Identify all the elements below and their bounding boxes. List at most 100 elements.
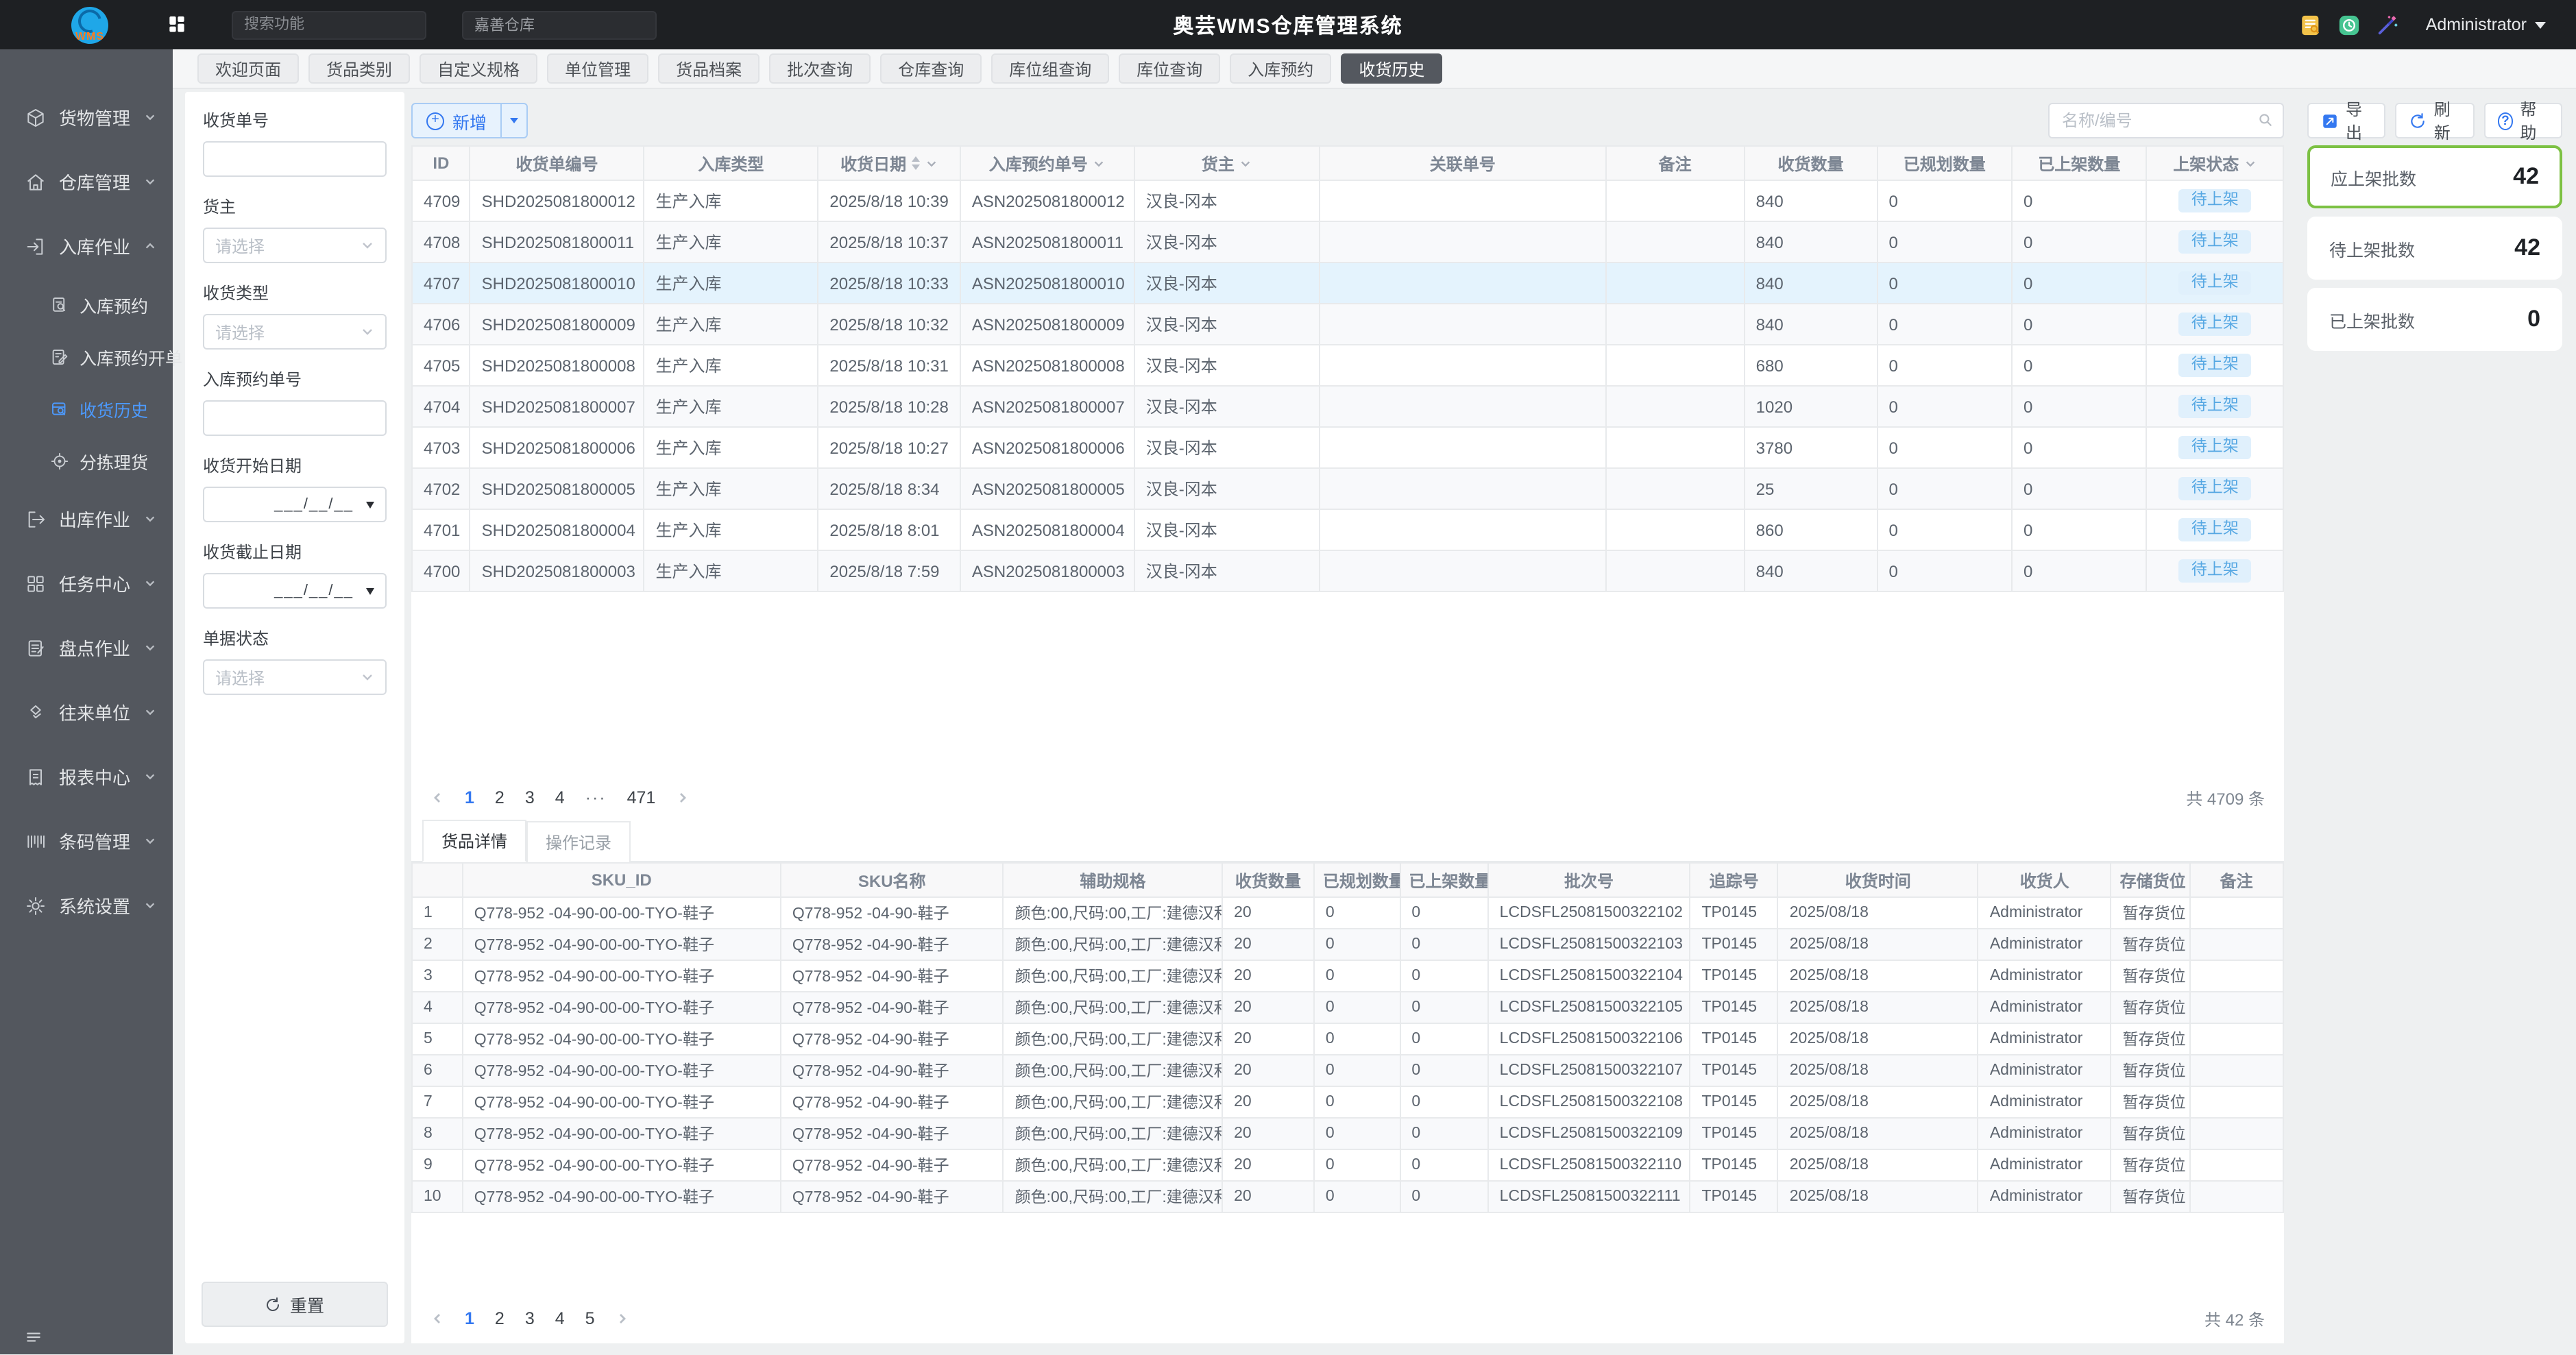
col-header-asn-code[interactable]: 入库预约单号 [960,146,1134,180]
page-number[interactable]: 4 [555,1309,565,1328]
workspace-tab[interactable]: 货品档案 [658,53,760,84]
sidebar-item-report-center[interactable]: 报表中心 [0,744,173,809]
list-search-input[interactable] [2048,103,2284,138]
sidebar-item-inbound-operations[interactable]: 入库作业 [0,214,173,278]
stat-card-shelved-batches[interactable]: 已上架批数 0 [2307,288,2562,351]
warehouse-input[interactable] [462,10,657,39]
sort-icon[interactable] [912,156,920,170]
asn-no-input[interactable] [203,400,387,436]
receiving-table-row[interactable]: 4702 SHD2025081800005 生产入库 2025/8/18 8:3… [412,468,2283,509]
sku-detail-row[interactable]: 2 Q778-952 -04-90-00-00-TYO-鞋子 Q778-952 … [412,929,2283,960]
receiving-table-row[interactable]: 4707 SHD2025081800010 生产入库 2025/8/18 10:… [412,263,2283,304]
sku-detail-row[interactable]: 10 Q778-952 -04-90-00-00-TYO-鞋子 Q778-952… [412,1181,2283,1212]
detail-tab[interactable]: 货品详情 [422,820,526,862]
col-header-owner[interactable]: 货主 [1134,146,1320,180]
add-button[interactable]: + 新增 [411,103,528,138]
sidebar-item-inbound-appointment-create[interactable]: 入库预约开单 [0,330,173,382]
sku-detail-row[interactable]: 8 Q778-952 -04-90-00-00-TYO-鞋子 Q778-952 … [412,1118,2283,1149]
topbar-actions: Administrator [2300,13,2546,36]
start-date-input[interactable]: ___/__/__ [203,487,387,522]
apps-grid-icon[interactable] [166,14,188,36]
page-number[interactable]: 1 [465,1309,474,1328]
stat-card-due-shelf-batches[interactable]: 应上架批数 42 [2307,145,2562,208]
sidebar-item-business-partners[interactable]: 往来单位 [0,680,173,744]
page-number[interactable]: 3 [525,788,535,807]
workspace-tab[interactable]: 库位组查询 [991,53,1109,84]
col-header-receive-date[interactable]: 收货日期 [818,146,960,180]
filter-chevron-icon[interactable] [1093,157,1106,169]
sidebar-item-barcode-management[interactable]: 条码管理 [0,809,173,873]
sidebar-item-inbound-appointment[interactable]: 入库预约 [0,278,173,330]
receipt-no-input[interactable] [203,141,387,177]
detail-tab[interactable]: 操作记录 [526,821,631,862]
export-button[interactable]: 导出 [2307,103,2386,138]
workspace-tab[interactable]: 入库预约 [1230,53,1331,84]
page-number[interactable]: 4 [555,788,565,807]
receive-type-select[interactable]: 请选择 [203,314,387,350]
receiving-table-row[interactable]: 4704 SHD2025081800007 生产入库 2025/8/18 10:… [412,386,2283,427]
refresh-button[interactable]: 刷新 [2396,103,2475,138]
page-title: 奥芸WMS仓库管理系统 [1173,10,1402,39]
sidebar-item-warehouse-management[interactable]: 仓库管理 [0,149,173,214]
sidebar-item-sorting-tally[interactable]: 分拣理货 [0,435,173,487]
filter-chevron-icon[interactable] [2244,157,2257,169]
sku-detail-row[interactable]: 3 Q778-952 -04-90-00-00-TYO-鞋子 Q778-952 … [412,960,2283,992]
workspace-tab[interactable]: 单位管理 [547,53,648,84]
page-number[interactable]: 1 [465,788,474,807]
end-date-input[interactable]: ___/__/__ [203,573,387,609]
workspace-tab[interactable]: 仓库查询 [880,53,982,84]
filter-chevron-icon[interactable] [1240,157,1252,169]
sku-detail-row[interactable]: 6 Q778-952 -04-90-00-00-TYO-鞋子 Q778-952 … [412,1055,2283,1086]
prev-page-button[interactable] [430,791,444,805]
sidebar-item-system-settings[interactable]: 系统设置 [0,873,173,938]
clock-icon[interactable] [2338,13,2361,36]
sku-detail-row[interactable]: 5 Q778-952 -04-90-00-00-TYO-鞋子 Q778-952 … [412,1023,2283,1055]
col-header-shelf-status[interactable]: 上架状态 [2147,146,2283,180]
workspace-tab[interactable]: 货品类别 [308,53,410,84]
next-page-button[interactable] [616,1312,629,1326]
magic-wand-icon[interactable] [2377,13,2400,36]
receiving-table-row[interactable]: 4708 SHD2025081800011 生产入库 2025/8/18 10:… [412,221,2283,263]
col-header-remark: 备注 [1606,146,1745,180]
receiving-table-row[interactable]: 4700 SHD2025081800003 生产入库 2025/8/18 7:5… [412,550,2283,591]
prev-page-button[interactable] [430,1312,444,1326]
workspace-tab[interactable]: 库位查询 [1119,53,1220,84]
page-number[interactable]: 3 [525,1309,535,1328]
user-menu[interactable]: Administrator [2426,15,2546,34]
function-search-input[interactable] [232,10,426,39]
workspace-tab[interactable]: 欢迎页面 [197,53,299,84]
col-header-inbound-type: 入库类型 [644,146,818,180]
help-button[interactable]: ? 帮助 [2483,103,2562,138]
page-number[interactable]: ··· [585,788,607,807]
receiving-table-row[interactable]: 4706 SHD2025081800009 生产入库 2025/8/18 10:… [412,304,2283,345]
receiving-table-row[interactable]: 4701 SHD2025081800004 生产入库 2025/8/18 8:0… [412,509,2283,550]
receiving-table-row[interactable]: 4705 SHD2025081800008 生产入库 2025/8/18 10:… [412,345,2283,386]
sidebar-item-stocktaking[interactable]: 盘点作业 [0,615,173,680]
page-number[interactable]: 2 [495,788,505,807]
sidebar-item-outbound-operations[interactable]: 出库作业 [0,487,173,551]
page-number[interactable]: 471 [627,788,656,807]
sku-detail-row[interactable]: 4 Q778-952 -04-90-00-00-TYO-鞋子 Q778-952 … [412,992,2283,1023]
doc-status-select[interactable]: 请选择 [203,659,387,695]
filter-chevron-icon[interactable] [925,157,938,169]
owner-select[interactable]: 请选择 [203,228,387,263]
workspace-tab[interactable]: 收货历史 [1341,53,1442,84]
page-number[interactable]: 2 [495,1309,505,1328]
receiving-table-row[interactable]: 4703 SHD2025081800006 生产入库 2025/8/18 10:… [412,427,2283,468]
page-number[interactable]: 5 [585,1309,595,1328]
sku-detail-row[interactable]: 1 Q778-952 -04-90-00-00-TYO-鞋子 Q778-952 … [412,897,2283,929]
audit-log-icon[interactable] [2300,13,2323,36]
sku-detail-row[interactable]: 9 Q778-952 -04-90-00-00-TYO-鞋子 Q778-952 … [412,1149,2283,1181]
sidebar-item-receiving-history[interactable]: 收货历史 [0,382,173,435]
sidebar-item-goods-management[interactable]: 货物管理 [0,85,173,149]
add-dropdown-button[interactable] [500,104,526,137]
workspace-tab[interactable]: 批次查询 [769,53,871,84]
next-page-button[interactable] [676,791,690,805]
reset-button[interactable]: 重置 [202,1282,388,1327]
workspace-tab[interactable]: 自定义规格 [420,53,537,84]
sidebar-item-task-center[interactable]: 任务中心 [0,551,173,615]
menu-collapse-icon[interactable] [25,1328,42,1346]
receiving-table-row[interactable]: 4709 SHD2025081800012 生产入库 2025/8/18 10:… [412,180,2283,221]
stat-card-pending-shelf-batches[interactable]: 待上架批数 42 [2307,217,2562,280]
sku-detail-row[interactable]: 7 Q778-952 -04-90-00-00-TYO-鞋子 Q778-952 … [412,1086,2283,1118]
